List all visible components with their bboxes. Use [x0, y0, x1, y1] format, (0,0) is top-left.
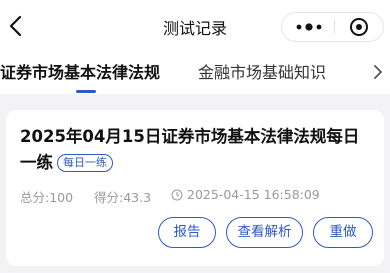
record-title: 2025年04月15日证券市场基本法律法规每日一练 每日一练	[20, 124, 372, 176]
tab-financial-basics[interactable]: 金融市场基础知识	[198, 59, 326, 83]
active-tab-indicator	[76, 90, 96, 93]
close-mini-program-button[interactable]	[336, 13, 382, 41]
view-analysis-button[interactable]: 查看解析	[226, 217, 303, 248]
record-type-badge: 每日一练	[57, 154, 113, 172]
redo-button[interactable]: 重做	[313, 217, 373, 248]
more-dots-icon	[296, 23, 322, 31]
clock-icon	[171, 189, 183, 201]
more-menu-button[interactable]	[286, 13, 332, 41]
mini-program-capsule	[281, 12, 384, 42]
total-score: 总分:100	[20, 190, 74, 205]
tab-securities-law[interactable]: 证券市场基本法律法规	[0, 59, 160, 83]
record-time-text: 2025-04-15 16:58:09	[187, 187, 320, 202]
obtained-score: 得分:43.3	[94, 190, 152, 205]
capsule-divider	[334, 20, 335, 34]
test-record-card: 2025年04月15日证券市场基本法律法规每日一练 每日一练 总分:100 得分:…	[6, 110, 384, 266]
target-close-icon	[350, 18, 368, 36]
top-navigation-bar: 测试记录	[0, 0, 390, 52]
chevron-right-icon	[374, 65, 382, 79]
subject-tab-bar: 证券市场基本法律法规 金融市场基础知识	[0, 52, 390, 94]
record-time: 2025-04-15 16:58:09	[171, 187, 320, 202]
report-button[interactable]: 报告	[158, 217, 216, 248]
tab-scroll-more[interactable]	[370, 60, 386, 84]
